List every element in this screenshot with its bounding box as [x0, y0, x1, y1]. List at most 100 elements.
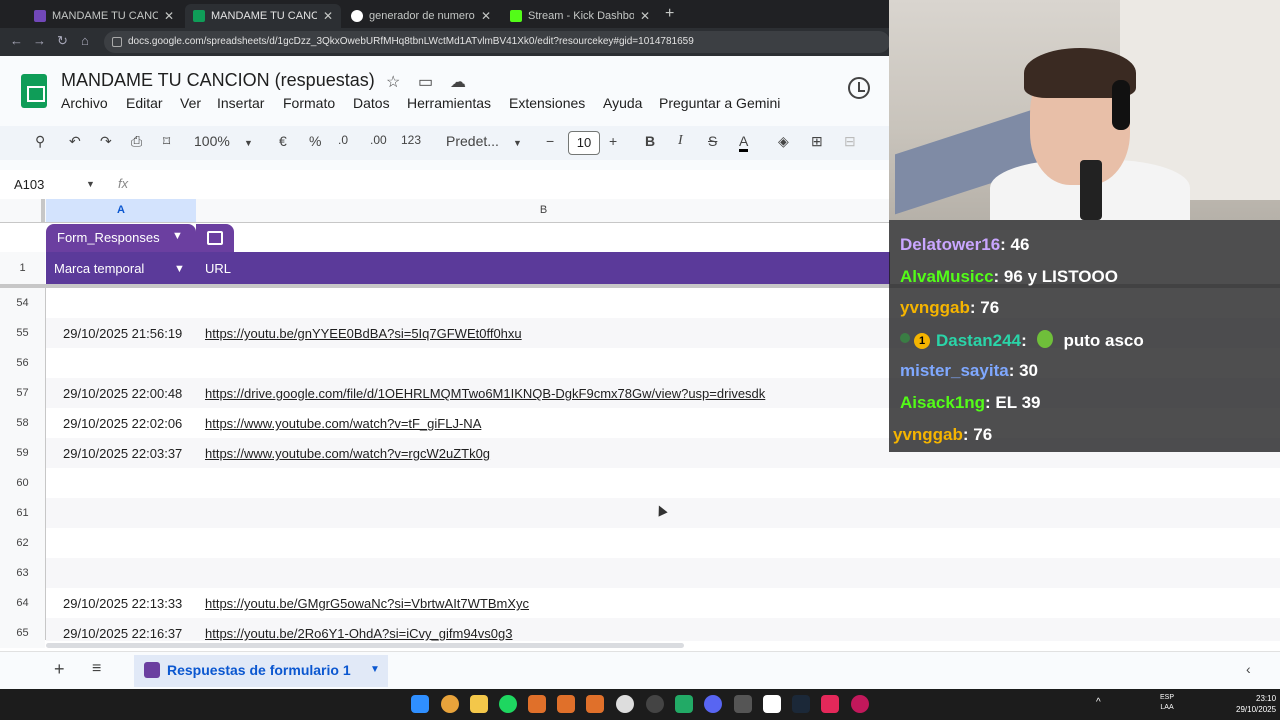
- app-icon[interactable]: [675, 695, 693, 713]
- cell-url-link[interactable]: https://youtu.be/GMgrG5owaNc?si=VbrtwAIt…: [205, 596, 529, 611]
- tiktok-icon[interactable]: [821, 695, 839, 713]
- table-row[interactable]: [46, 558, 1280, 588]
- app-icon[interactable]: [616, 695, 634, 713]
- cell-timestamp[interactable]: 29/10/2025 22:00:48: [63, 386, 182, 401]
- row-number[interactable]: 57: [0, 378, 45, 408]
- row-number[interactable]: 1: [0, 252, 45, 284]
- sheet-tab-label[interactable]: Respuestas de formulario 1: [167, 662, 351, 678]
- site-info-icon[interactable]: [112, 37, 122, 47]
- row-number[interactable]: 64: [0, 588, 45, 618]
- increase-decimal-button[interactable]: .00: [370, 133, 387, 147]
- chevron-left-icon[interactable]: ‹: [1246, 661, 1251, 677]
- undo-icon[interactable]: ↶: [69, 133, 81, 150]
- font-size-input[interactable]: 10: [568, 131, 600, 155]
- cell-url-link[interactable]: https://youtu.be/gnYYEE0BdBA?si=5Iq7GFWE…: [205, 326, 522, 341]
- spotify-icon[interactable]: [499, 695, 517, 713]
- menu-herramientas[interactable]: Herramientas: [407, 95, 491, 111]
- home-icon[interactable]: ⌂: [81, 33, 89, 48]
- chat-username[interactable]: yvnggab: [900, 298, 970, 317]
- folder-icon[interactable]: [470, 695, 488, 713]
- fill-color-icon[interactable]: ◈: [778, 133, 789, 150]
- menu-editar[interactable]: Editar: [126, 95, 163, 111]
- windows-start-icon[interactable]: [411, 695, 429, 713]
- column-header-b[interactable]: B: [197, 199, 890, 222]
- row-number[interactable]: 59: [0, 438, 45, 468]
- menu-extensiones[interactable]: Extensiones: [509, 95, 585, 111]
- chevron-down-icon[interactable]: ▼: [370, 664, 380, 675]
- select-all-corner[interactable]: [0, 199, 45, 222]
- percent-button[interactable]: %: [309, 133, 321, 149]
- redo-icon[interactable]: ↷: [100, 133, 112, 150]
- back-icon[interactable]: ←: [10, 33, 23, 48]
- menu-insertar[interactable]: Insertar: [217, 95, 264, 111]
- all-sheets-button[interactable]: ≡: [92, 660, 101, 678]
- cell-timestamp[interactable]: 29/10/2025 22:03:37: [63, 446, 182, 461]
- reload-icon[interactable]: ↻: [57, 33, 68, 49]
- clock[interactable]: 23:10 29/10/2025: [1236, 693, 1276, 715]
- column-header-a[interactable]: A: [46, 199, 196, 222]
- url-field[interactable]: docs.google.com/spreadsheets/d/1gcDzz_3Q…: [104, 31, 890, 53]
- cell-timestamp[interactable]: 29/10/2025 22:16:37: [63, 626, 182, 641]
- version-history-icon[interactable]: [848, 77, 870, 99]
- text-color-button[interactable]: A: [739, 133, 749, 152]
- row-number[interactable]: 63: [0, 558, 45, 588]
- app-icon[interactable]: [557, 695, 575, 713]
- row-number[interactable]: 58: [0, 408, 45, 438]
- cell-url-link[interactable]: https://www.youtube.com/watch?v=rgcW2uZT…: [205, 446, 490, 461]
- app-icon[interactable]: [586, 695, 604, 713]
- chat-username[interactable]: yvnggab: [893, 425, 963, 444]
- forward-icon[interactable]: →: [33, 33, 46, 48]
- number-format-button[interactable]: 123: [401, 133, 421, 147]
- chevron-down-icon[interactable]: ▼: [244, 138, 253, 148]
- table-view-button[interactable]: [196, 224, 234, 252]
- document-title[interactable]: MANDAME TU CANCION (respuestas): [61, 70, 375, 91]
- paint-format-icon[interactable]: ⌑: [163, 133, 170, 150]
- chevron-down-icon[interactable]: ▼: [86, 179, 95, 189]
- sheets-logo-icon[interactable]: [21, 74, 47, 108]
- print-icon[interactable]: ⎙: [131, 133, 142, 150]
- row-number[interactable]: 62: [0, 528, 45, 558]
- merge-cells-icon[interactable]: ⊟: [844, 133, 856, 150]
- row-number[interactable]: 61: [0, 498, 45, 528]
- currency-button[interactable]: €: [279, 133, 287, 149]
- chrome-icon[interactable]: [441, 695, 459, 713]
- chevron-down-icon[interactable]: ▼: [172, 230, 183, 242]
- close-tab-icon[interactable]: ✕: [323, 9, 333, 23]
- app-icon[interactable]: [646, 695, 664, 713]
- browser-tab-kick[interactable]: Stream - Kick Dashboard ✕: [502, 4, 658, 28]
- browser-tab-forms[interactable]: MANDAME TU CANCION - Fo ✕: [26, 4, 182, 28]
- menu-formato[interactable]: Formato: [283, 95, 335, 111]
- menu-datos[interactable]: Datos: [353, 95, 390, 111]
- close-tab-icon[interactable]: ✕: [164, 9, 174, 23]
- app-icon[interactable]: [734, 695, 752, 713]
- font-select[interactable]: Predet...: [446, 133, 499, 149]
- header-url[interactable]: URL: [205, 261, 231, 276]
- app-icon[interactable]: [528, 695, 546, 713]
- menu-archivo[interactable]: Archivo: [61, 95, 108, 111]
- menu-ayuda[interactable]: Ayuda: [603, 95, 642, 111]
- bold-button[interactable]: B: [645, 133, 655, 149]
- chat-username[interactable]: Delatower16: [900, 235, 1000, 254]
- increase-font-icon[interactable]: +: [609, 133, 617, 149]
- chat-username[interactable]: Aisack1ng: [900, 393, 985, 412]
- discord-icon[interactable]: [704, 695, 722, 713]
- chevron-up-icon[interactable]: ^: [1096, 697, 1101, 708]
- browser-tab-sheets[interactable]: MANDAME TU CANCION (resp ✕: [185, 4, 341, 28]
- table-row[interactable]: [46, 528, 1280, 558]
- new-tab-button[interactable]: +: [665, 5, 674, 23]
- row-number[interactable]: 56: [0, 348, 45, 378]
- close-tab-icon[interactable]: ✕: [481, 9, 491, 23]
- add-sheet-button[interactable]: +: [54, 659, 65, 680]
- browser-tab-random-generator[interactable]: generador de numeros aleatori ✕: [343, 4, 499, 28]
- scrollbar-thumb[interactable]: [46, 643, 684, 648]
- cell-url-link[interactable]: https://www.youtube.com/watch?v=tF_giFLJ…: [205, 416, 481, 431]
- star-icon[interactable]: ☆: [386, 72, 400, 92]
- decrease-font-icon[interactable]: −: [546, 133, 554, 149]
- chevron-down-icon[interactable]: ▼: [513, 138, 522, 148]
- row-number[interactable]: 60: [0, 468, 45, 498]
- menu-gemini[interactable]: Preguntar a Gemini: [659, 95, 780, 111]
- chat-username[interactable]: mister_sayita: [900, 361, 1009, 380]
- steam-icon[interactable]: [792, 695, 810, 713]
- cell-url-link[interactable]: https://youtu.be/2Ro6Y1-OhdA?si=iCvy_gif…: [205, 626, 512, 641]
- chat-username[interactable]: AlvaMusicc: [900, 267, 994, 286]
